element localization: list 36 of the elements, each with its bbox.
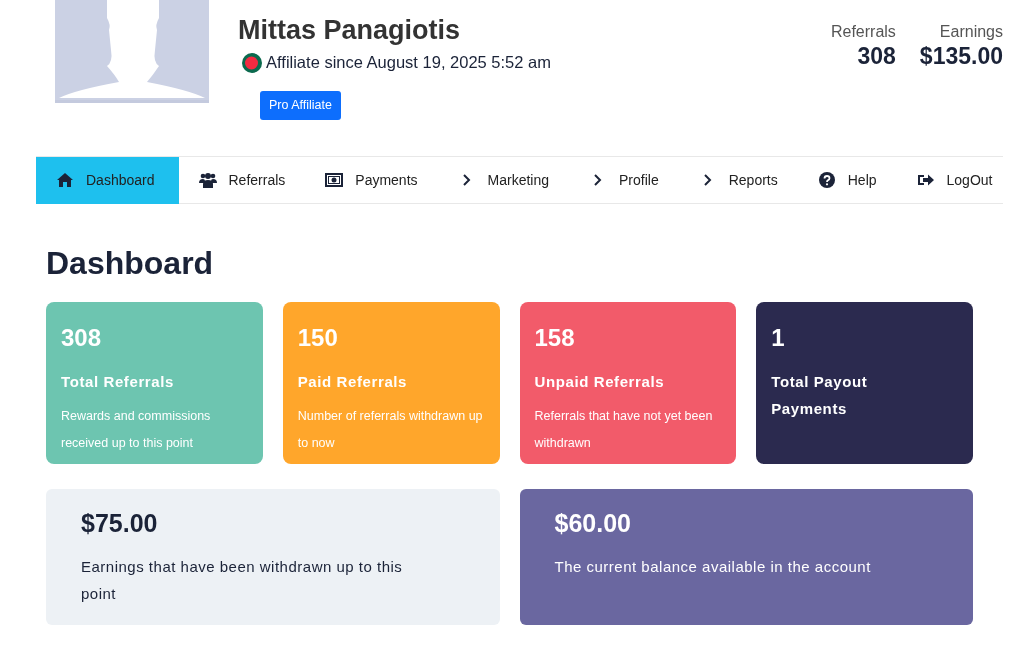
balance-title: Earnings that have been withdrawn up to this point	[81, 556, 404, 604]
stat-title: Unpaid Referrals	[534, 372, 666, 393]
nav-tab[interactable]: Dashboard	[36, 156, 179, 204]
users-icon	[198, 172, 217, 189]
help-icon	[817, 172, 836, 189]
stat-value: 1	[771, 323, 786, 354]
nav-tab[interactable]: Reports	[678, 156, 798, 204]
nav-tab[interactable]: LogOut	[896, 156, 1013, 204]
summary-label: Referrals	[830, 22, 896, 42]
banknote-icon	[325, 172, 344, 189]
nav-tab[interactable]: Help	[797, 156, 897, 204]
flag-icon	[242, 52, 262, 73]
stat-value: 150	[297, 323, 339, 354]
affiliate-since-text: Affiliate since August 19, 2025 5:52 am	[266, 52, 551, 74]
stat-description: Rewards and commissions received up to this point	[61, 408, 212, 453]
stat-description: Referrals that have not yet been withdrawn	[534, 408, 714, 453]
page-heading: Dashboard	[46, 243, 215, 283]
stat-title: Total Payout Payments	[771, 372, 869, 420]
stat-value: 158	[534, 323, 576, 354]
affiliate-level-badge: Pro Affiliate	[260, 91, 341, 120]
home-icon	[56, 172, 74, 189]
stat-title: Total Referrals	[61, 372, 175, 393]
nav-tab[interactable]: Referrals	[178, 156, 306, 204]
summary-label: Earnings	[938, 22, 1003, 42]
stat-value: 308	[61, 323, 103, 354]
profile-name: Mittas Panagiotis	[238, 14, 462, 47]
stat-description: Number of referrals withdrawn up to now	[297, 408, 484, 453]
summary-value: $135.00	[919, 44, 1003, 70]
balance-title: The current balance available in the account	[554, 556, 872, 577]
nav-tab[interactable]: Payments	[305, 156, 438, 204]
nav-tab[interactable]: Marketing	[437, 156, 569, 204]
summary-value: 308	[856, 44, 896, 70]
nav-tab[interactable]: Profile	[569, 156, 679, 204]
stat-title: Paid Referrals	[297, 372, 409, 393]
balance-value: $75.00	[81, 508, 159, 540]
balance-value: $60.00	[554, 508, 632, 540]
